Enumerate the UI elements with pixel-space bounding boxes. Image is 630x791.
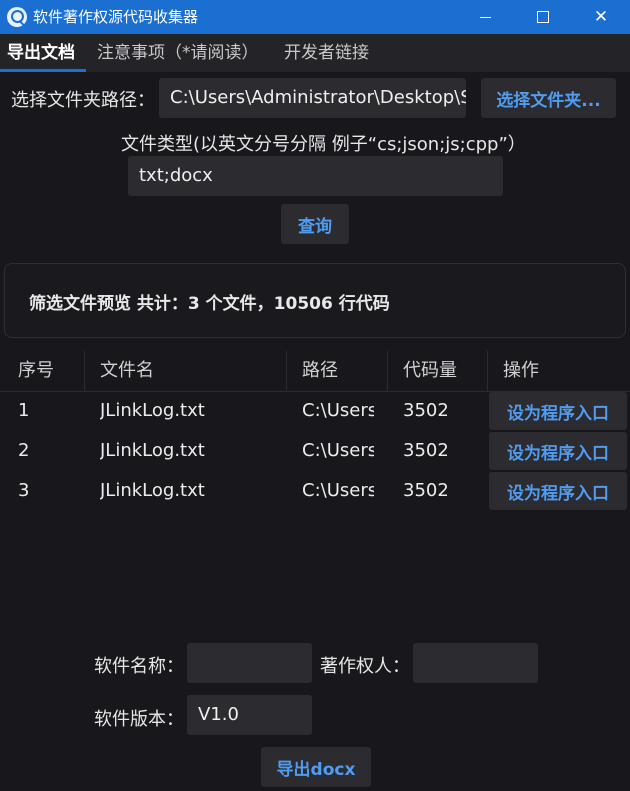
row-path: C:\Users' xyxy=(302,400,374,421)
software-version-label: 软件版本： xyxy=(94,709,184,730)
tab-developer-links[interactable]: 开发者链接 xyxy=(284,34,369,72)
row-filename: JLinkLog.txt xyxy=(100,440,205,461)
export-docx-button[interactable]: 导出docx xyxy=(261,747,371,787)
column-divider[interactable] xyxy=(487,351,488,391)
row-lines: 3502 xyxy=(403,440,449,461)
title-bar[interactable]: 软件著作权源代码收集器 ✕ xyxy=(0,0,630,34)
folder-path-input[interactable]: C:\Users\Administrator\Desktop\S xyxy=(159,78,466,118)
folder-path-label: 选择文件夹路径： xyxy=(11,90,155,111)
column-divider[interactable] xyxy=(286,351,287,391)
maximize-button[interactable] xyxy=(514,0,572,34)
column-divider[interactable] xyxy=(387,351,388,391)
minimize-icon xyxy=(479,16,491,18)
row-path: C:\Users' xyxy=(302,480,374,501)
window-title: 软件著作权源代码收集器 xyxy=(33,8,199,26)
set-entry-button[interactable]: 设为程序入口 xyxy=(489,432,627,470)
column-header-path[interactable]: 路径 xyxy=(302,351,338,391)
minimize-button[interactable] xyxy=(456,0,514,34)
column-header-action[interactable]: 操作 xyxy=(503,351,539,391)
row-path: C:\Users' xyxy=(302,440,374,461)
copyright-owner-label: 著作权人： xyxy=(320,656,410,677)
set-entry-button[interactable]: 设为程序入口 xyxy=(489,472,627,510)
column-header-filename[interactable]: 文件名 xyxy=(100,351,154,391)
search-icon xyxy=(7,7,27,27)
close-icon: ✕ xyxy=(593,7,609,27)
active-tab-indicator xyxy=(0,69,86,72)
file-type-label: 文件类型(以英文分号分隔 例子“cs;json;js;cpp”） xyxy=(121,134,526,155)
maximize-icon xyxy=(537,11,549,23)
tab-bar: 导出文档 注意事项（*请阅读） 开发者链接 xyxy=(0,34,630,72)
select-folder-button[interactable]: 选择文件夹... xyxy=(481,78,616,118)
set-entry-button[interactable]: 设为程序入口 xyxy=(489,392,627,430)
close-button[interactable]: ✕ xyxy=(572,0,630,34)
row-filename: JLinkLog.txt xyxy=(100,480,205,501)
row-lines: 3502 xyxy=(403,480,449,501)
row-index: 1 xyxy=(18,400,30,421)
row-filename: JLinkLog.txt xyxy=(100,400,205,421)
software-version-input[interactable]: V1.0 xyxy=(187,695,312,735)
copyright-owner-input[interactable] xyxy=(413,643,538,683)
row-index: 2 xyxy=(18,440,30,461)
row-lines: 3502 xyxy=(403,400,449,421)
row-index: 3 xyxy=(18,480,30,501)
file-type-input[interactable]: txt;docx xyxy=(128,156,503,196)
column-header-index[interactable]: 序号 xyxy=(18,351,54,391)
query-button[interactable]: 查询 xyxy=(281,204,349,244)
software-name-label: 软件名称： xyxy=(94,656,184,677)
column-header-lines[interactable]: 代码量 xyxy=(403,351,457,391)
tab-export-document[interactable]: 导出文档 xyxy=(7,34,75,72)
summary-text: 筛选文件预览 共计：3 个文件，10506 行代码 xyxy=(29,294,390,314)
software-name-input[interactable] xyxy=(187,643,312,683)
tab-notes[interactable]: 注意事项（*请阅读） xyxy=(97,34,259,72)
column-divider[interactable] xyxy=(84,351,85,391)
